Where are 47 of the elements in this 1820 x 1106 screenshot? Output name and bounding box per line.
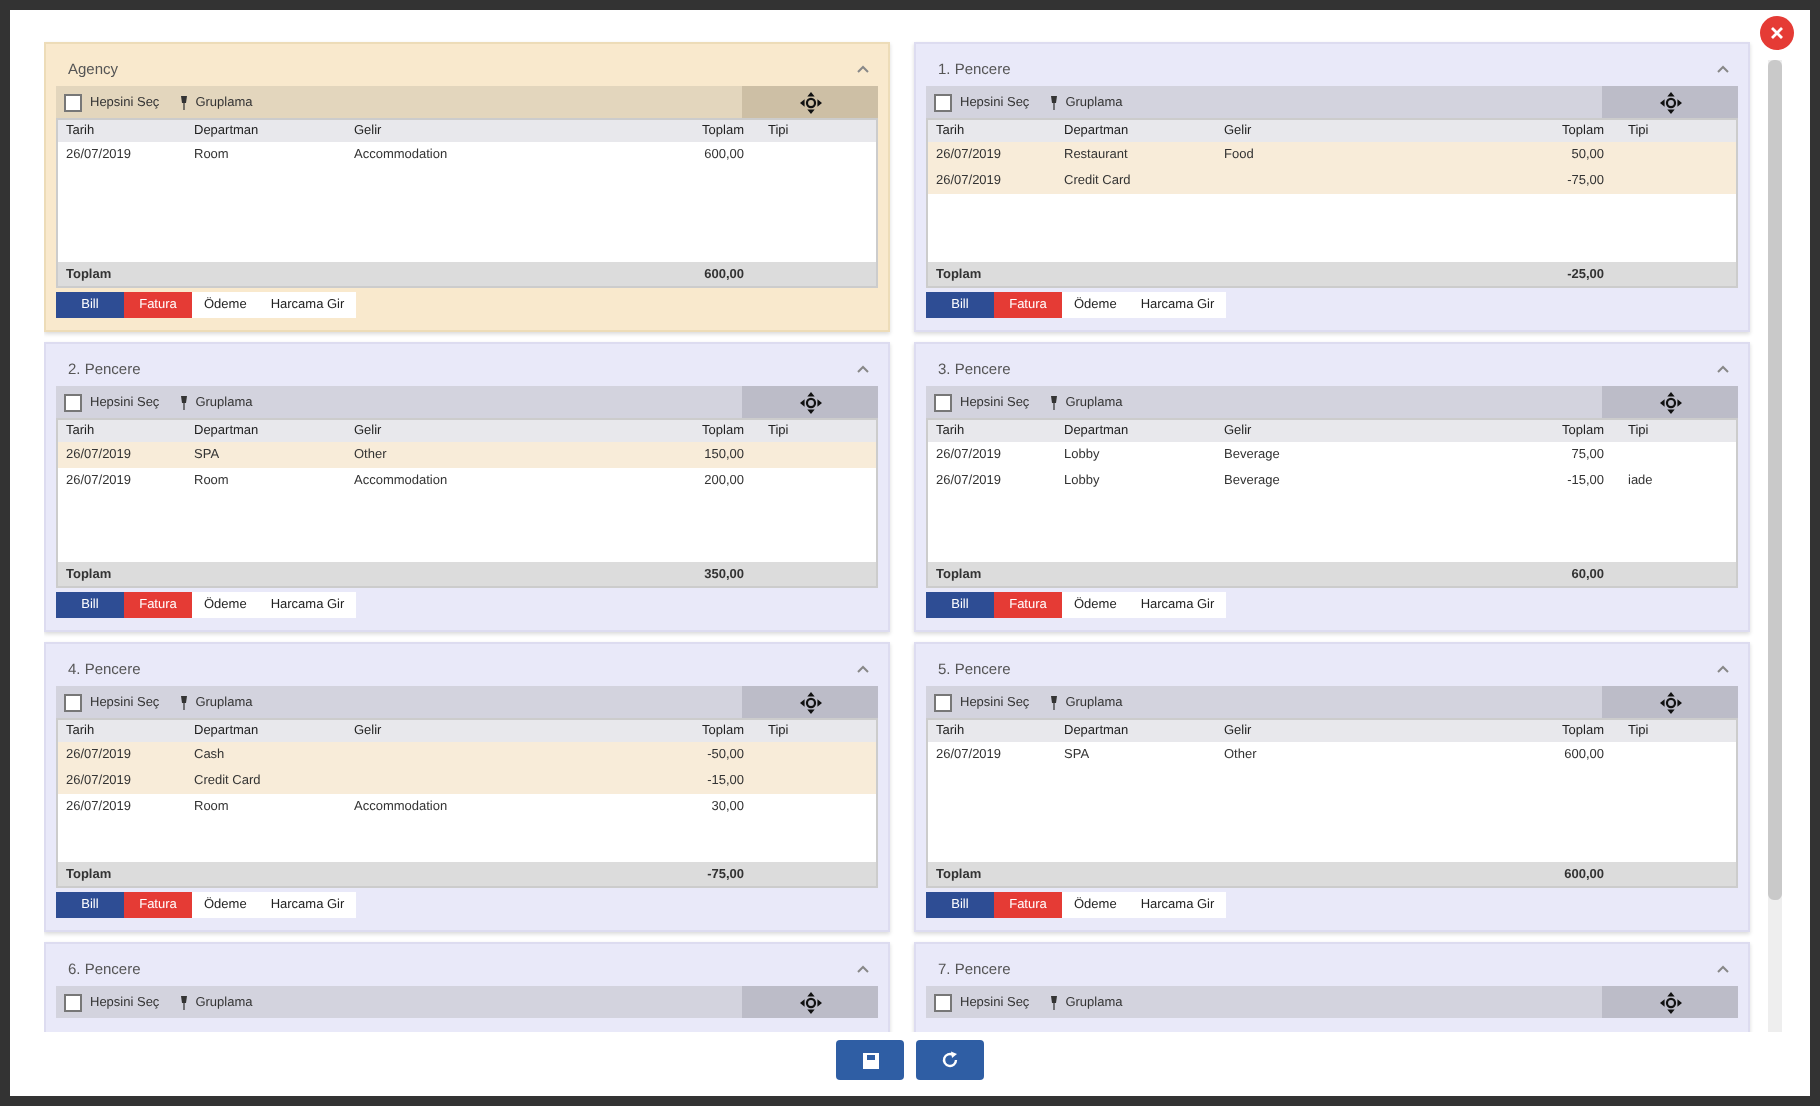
collapse-caret-icon[interactable] [856, 63, 870, 73]
move-icon [1659, 691, 1681, 713]
collapse-caret-icon[interactable] [1716, 663, 1730, 673]
move-icon [799, 391, 821, 413]
move-icon [1659, 91, 1681, 113]
drag-handle[interactable] [742, 686, 878, 718]
move-icon [799, 991, 821, 1013]
drag-handle[interactable] [742, 986, 878, 1018]
select-all-checkbox[interactable] [934, 993, 952, 1011]
move-icon [1659, 391, 1681, 413]
collapse-caret-icon[interactable] [1716, 63, 1730, 73]
drag-handle[interactable] [1602, 386, 1738, 418]
refresh-icon [940, 1050, 960, 1070]
select-all-checkbox[interactable] [64, 993, 82, 1011]
move-icon [799, 691, 821, 713]
pin-icon [179, 695, 188, 709]
collapse-caret-icon[interactable] [856, 663, 870, 673]
pin-icon [1049, 395, 1058, 409]
drag-handle[interactable] [1602, 986, 1738, 1018]
collapse-caret-icon[interactable] [856, 363, 870, 373]
pin-icon [1049, 95, 1058, 109]
save-icon [861, 1051, 879, 1069]
collapse-caret-icon[interactable] [1716, 363, 1730, 373]
collapse-caret-icon[interactable] [856, 963, 870, 973]
drag-handle[interactable] [1602, 86, 1738, 118]
pin-icon [1049, 695, 1058, 709]
select-all-checkbox[interactable] [934, 393, 952, 411]
select-all-checkbox[interactable] [934, 93, 952, 111]
refresh-button[interactable] [916, 1040, 984, 1080]
move-icon [799, 91, 821, 113]
drag-handle[interactable] [1602, 686, 1738, 718]
save-button[interactable] [836, 1040, 904, 1080]
close-icon [1770, 26, 1784, 40]
select-all-checkbox[interactable] [64, 93, 82, 111]
pin-icon [1049, 995, 1058, 1009]
close-button[interactable] [1760, 16, 1794, 50]
select-all-checkbox[interactable] [64, 693, 82, 711]
move-icon [1659, 991, 1681, 1013]
drag-handle[interactable] [742, 386, 878, 418]
select-all-checkbox[interactable] [934, 693, 952, 711]
pin-icon [179, 995, 188, 1009]
scrollbar[interactable] [1768, 60, 1782, 1032]
drag-handle[interactable] [742, 86, 878, 118]
collapse-caret-icon[interactable] [1716, 963, 1730, 973]
select-all-checkbox[interactable] [64, 393, 82, 411]
pin-icon [179, 95, 188, 109]
pin-icon [179, 395, 188, 409]
